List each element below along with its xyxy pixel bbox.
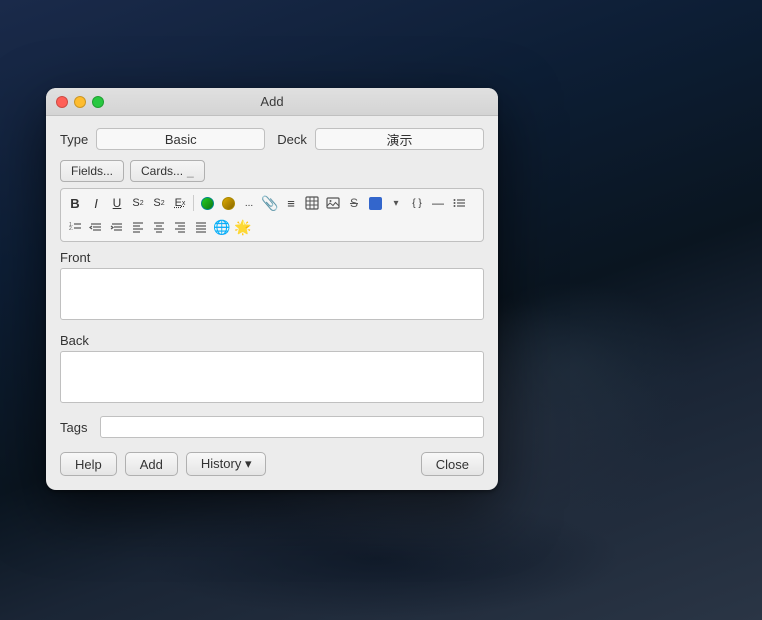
back-input[interactable]	[60, 351, 484, 403]
strikethrough-button[interactable]: S	[344, 193, 364, 213]
align-right-icon	[173, 220, 187, 234]
help-button[interactable]: Help	[60, 452, 117, 476]
list-button[interactable]	[449, 193, 469, 213]
close-button[interactable]: Close	[421, 452, 484, 476]
window-title: Add	[260, 94, 283, 109]
maximize-window-button[interactable]	[92, 96, 104, 108]
color-dropdown-button[interactable]: ▾	[386, 193, 406, 213]
type-label: Type	[60, 132, 88, 147]
align-left-icon	[131, 220, 145, 234]
close-window-button[interactable]	[56, 96, 68, 108]
subscript-button[interactable]: S2	[149, 193, 169, 213]
underline-button[interactable]: U	[107, 193, 127, 213]
back-field-section: Back	[60, 333, 484, 408]
image-icon	[326, 196, 340, 210]
numbered-list-icon: 1. 2.	[68, 220, 82, 234]
indent-button[interactable]	[107, 217, 127, 237]
toolbar-row-2: 1. 2.	[65, 216, 479, 238]
green-color-swatch	[201, 197, 214, 210]
special-icon-1-button[interactable]: 🌐	[212, 217, 232, 237]
image-button[interactable]	[323, 193, 343, 213]
color-green-button[interactable]	[197, 193, 217, 213]
fields-button[interactable]: Fields...	[60, 160, 124, 182]
numbered-list-button[interactable]: 1. 2.	[65, 217, 85, 237]
attach-button[interactable]: 📎	[260, 193, 280, 213]
indent-icon	[110, 220, 124, 234]
more-colors-button[interactable]: ...	[239, 193, 259, 213]
formatting-toolbar: B I U S2 S2 Ex ...	[60, 188, 484, 242]
tags-row: Tags	[60, 416, 484, 438]
cards-button[interactable]: Cards... _	[130, 160, 205, 182]
toolbar-separator-1	[193, 195, 194, 211]
yellow-color-swatch	[222, 197, 235, 210]
add-button[interactable]: Add	[125, 452, 178, 476]
fields-cards-row: Fields... Cards... _	[60, 160, 484, 182]
minimize-window-button[interactable]	[74, 96, 86, 108]
align-center-button[interactable]	[149, 217, 169, 237]
list-icon	[452, 196, 466, 210]
special-icon-2-button[interactable]: 🌟	[233, 217, 253, 237]
bottom-buttons-row: Help Add History ▾ Close	[60, 452, 484, 476]
tags-label: Tags	[60, 420, 92, 435]
justify-button[interactable]	[191, 217, 211, 237]
blue-highlight-swatch	[369, 197, 382, 210]
align-left-button[interactable]	[128, 217, 148, 237]
table-icon	[305, 196, 319, 210]
align-button[interactable]: ≡	[281, 193, 301, 213]
align-center-icon	[152, 220, 166, 234]
align-right-button[interactable]	[170, 217, 190, 237]
cards-underline-indicator: _	[187, 164, 194, 178]
front-label: Front	[60, 250, 484, 265]
toolbar-row-1: B I U S2 S2 Ex ...	[65, 192, 479, 214]
table-button[interactable]	[302, 193, 322, 213]
window-controls	[56, 96, 104, 108]
front-field-section: Front	[60, 250, 484, 325]
justify-icon	[194, 220, 208, 234]
italic-button[interactable]: I	[86, 193, 106, 213]
superscript-button[interactable]: S2	[128, 193, 148, 213]
emdash-button[interactable]: —	[428, 193, 448, 213]
code-button[interactable]: { }	[407, 193, 427, 213]
front-input[interactable]	[60, 268, 484, 320]
format-clear-button[interactable]: Ex	[170, 193, 190, 213]
svg-text:2.: 2.	[69, 226, 73, 232]
history-button[interactable]: History ▾	[186, 452, 267, 476]
add-card-modal: Add Type Basic Deck 演示 Fields... Cards..…	[46, 88, 498, 490]
tags-input[interactable]	[100, 416, 484, 438]
type-selector[interactable]: Basic	[96, 128, 265, 150]
highlight-button[interactable]	[365, 193, 385, 213]
title-bar: Add	[46, 88, 498, 116]
outdent-icon	[89, 220, 103, 234]
deck-label: Deck	[277, 132, 307, 147]
deck-selector[interactable]: 演示	[315, 128, 484, 150]
modal-body: Type Basic Deck 演示 Fields... Cards... _ …	[46, 116, 498, 490]
outdent-button[interactable]	[86, 217, 106, 237]
back-label: Back	[60, 333, 484, 348]
color-yellow-button[interactable]	[218, 193, 238, 213]
bold-button[interactable]: B	[65, 193, 85, 213]
type-deck-row: Type Basic Deck 演示	[60, 128, 484, 150]
